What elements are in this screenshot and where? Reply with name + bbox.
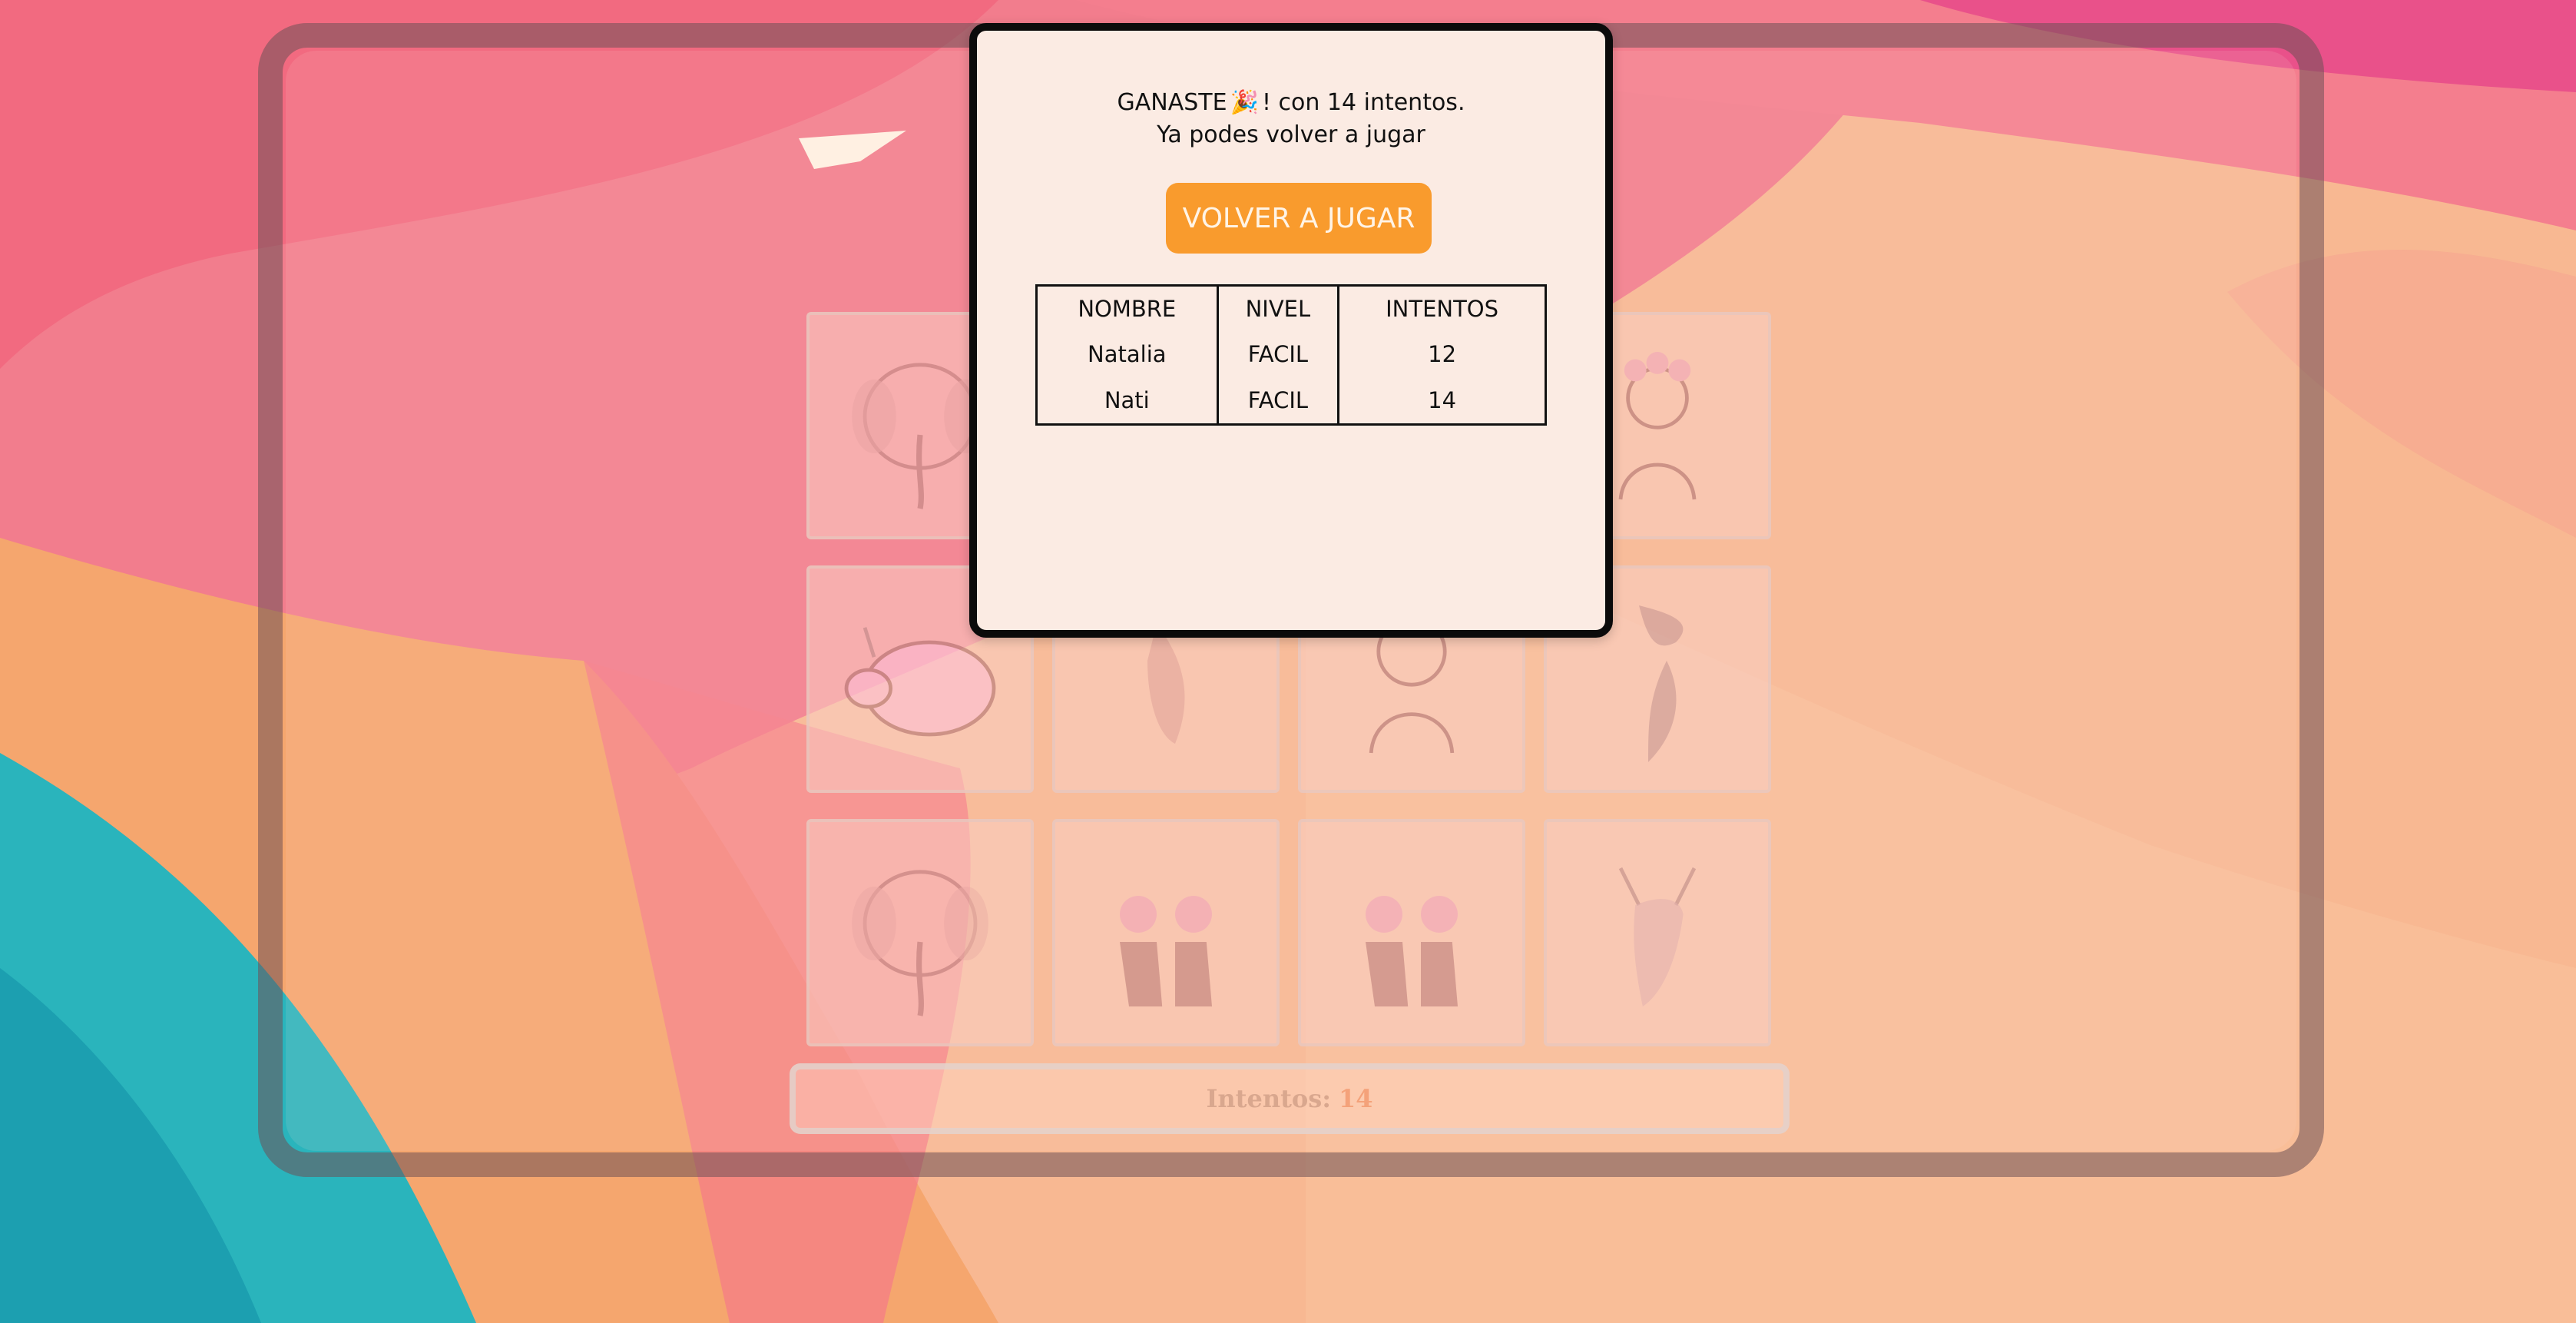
memory-card[interactable] xyxy=(1544,819,1771,1046)
cell-nombre: Nati xyxy=(1035,377,1219,426)
play-again-message: Ya podes volver a jugar xyxy=(1157,121,1425,148)
win-modal: GANASTE 🎉! con 14 intentos. Ya podes volv… xyxy=(969,23,1613,638)
cell-nombre: Natalia xyxy=(1035,331,1219,377)
attempts-label: Intentos: xyxy=(1206,1084,1332,1113)
column-header-nombre: NOMBRE xyxy=(1035,284,1219,331)
play-again-button[interactable]: VOLVER A JUGAR xyxy=(1166,183,1432,254)
table-row: Nati FACIL 14 xyxy=(1035,377,1547,426)
ranking-table: NOMBRE NIVEL INTENTOS Natalia FACIL 12 N… xyxy=(1035,284,1547,426)
column-header-nivel: NIVEL xyxy=(1216,284,1340,331)
attempts-value: 14 xyxy=(1339,1084,1373,1113)
cell-nivel: FACIL xyxy=(1216,377,1340,426)
column-header-intentos: INTENTOS xyxy=(1337,284,1547,331)
flower-boots-card-icon xyxy=(1120,896,1212,1006)
memory-card[interactable] xyxy=(1052,819,1280,1046)
cell-nivel: FACIL xyxy=(1216,331,1340,377)
win-suffix: ! con 14 intentos. xyxy=(1261,89,1465,116)
cell-intentos: 12 xyxy=(1337,331,1547,377)
win-prefix: GANASTE xyxy=(1117,89,1227,116)
cell-intentos: 14 xyxy=(1337,377,1547,426)
flower-boots-card-icon xyxy=(1366,896,1458,1006)
attempts-counter: Intentos: 14 xyxy=(790,1063,1790,1134)
party-popper-icon: 🎉 xyxy=(1230,89,1259,116)
memory-card[interactable] xyxy=(1298,819,1525,1046)
memory-card[interactable] xyxy=(806,819,1034,1046)
deer-card-icon xyxy=(1618,867,1697,1006)
win-message: GANASTE 🎉! con 14 intentos. xyxy=(977,89,1605,116)
elephant-card-icon xyxy=(852,870,988,1016)
table-row: Natalia FACIL 12 xyxy=(1035,331,1547,377)
